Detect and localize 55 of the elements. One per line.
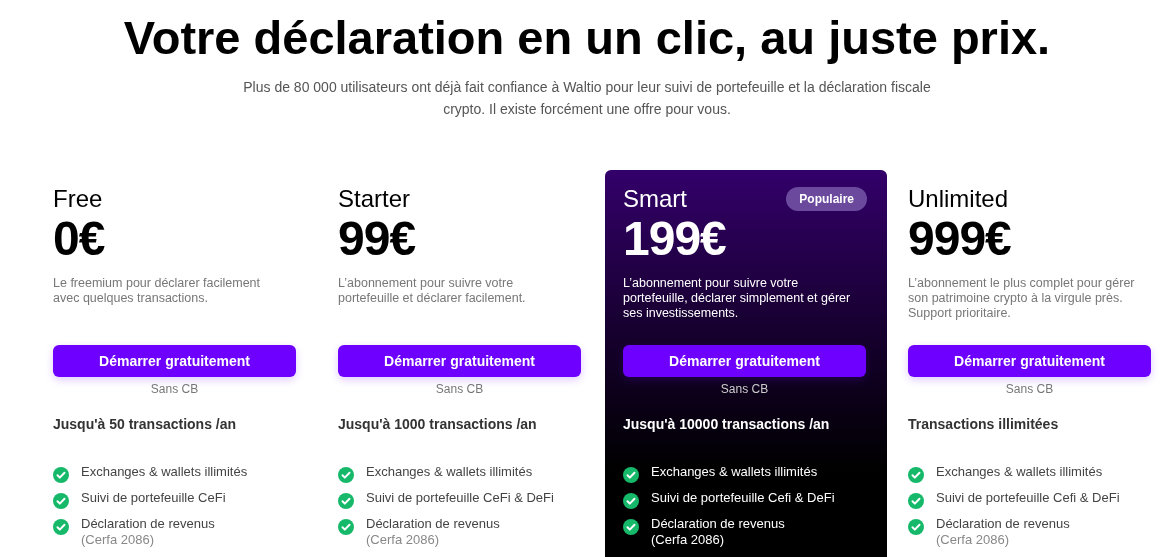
feature-text: Exchanges & wallets illimités: [936, 464, 1103, 480]
transaction-limit: Jusqu'à 10000 transactions /an: [623, 416, 831, 432]
button-note: Sans CB: [1004, 382, 1055, 396]
feature-text: Déclaration de revenus: [651, 516, 785, 532]
check-icon: [338, 467, 354, 483]
feature-text: Suivi de portefeuille Cefi & DeFi: [651, 490, 835, 506]
feature-text: Déclaration de revenus: [81, 516, 215, 532]
popular-badge: Populaire: [786, 187, 867, 211]
check-icon: [53, 467, 69, 483]
check-icon: [623, 493, 639, 509]
button-note: Sans CB: [149, 382, 200, 396]
check-icon: [338, 519, 354, 535]
feature-text: Déclaration de revenus: [366, 516, 500, 532]
plan-name: Starter: [338, 184, 411, 214]
start-button[interactable]: Démarrer gratuitement: [53, 345, 296, 377]
check-icon: [53, 519, 69, 535]
transaction-limit: Jusqu'à 1000 transactions /an: [338, 416, 538, 432]
feature-text: Suivi de portefeuille CeFi: [81, 490, 226, 506]
check-icon: [53, 493, 69, 509]
plan-name: Unlimited: [908, 184, 1009, 214]
feature-text: Exchanges & wallets illimités: [651, 464, 818, 480]
check-icon: [908, 519, 924, 535]
check-icon: [908, 467, 924, 483]
check-icon: [623, 467, 639, 483]
feature-text: Suivi de portefeuille CeFi & DeFi: [366, 490, 554, 506]
feature-text: Déclaration de revenus: [936, 516, 1070, 532]
feature-note: (Cerfa 2086): [651, 532, 725, 548]
feature-note: (Cerfa 2086): [366, 532, 440, 548]
page-heading: Votre déclaration en un clic, au juste prix.: [122, 10, 1052, 66]
intro-text: Plus de 80 000 utilisateurs ont déjà fait confiance à Waltio pour leur suivi de portefeuille et la déclaration fiscale crypto. Il existe forcément une offre pour vous.: [242, 78, 932, 119]
plan-description: L’abonnement le plus complet pour gérer son patrimoine crypto à la virgule près. Support prioritaire.: [908, 276, 1136, 322]
plan-description: L’abonnement pour suivre votre portefeuille, déclarer simplement et gérer ses investissements.: [623, 276, 852, 322]
check-icon: [338, 493, 354, 509]
start-button[interactable]: Démarrer gratuitement: [908, 345, 1151, 377]
plan-description: Le freemium pour déclarer facilement avec quelques transactions.: [53, 276, 262, 307]
feature-note: (Cerfa 2086): [81, 532, 155, 548]
plan-price: 999€: [908, 214, 1012, 264]
transaction-limit: Jusqu'à 50 transactions /an: [53, 416, 238, 432]
plan-price: 199€: [623, 214, 727, 264]
feature-text: Exchanges & wallets illimités: [81, 464, 248, 480]
plan-name: Smart: [623, 184, 687, 214]
plan-description: L’abonnement pour suivre votre portefeuille et déclarer facilement.: [338, 276, 527, 307]
button-note: Sans CB: [434, 382, 485, 396]
transaction-limit: Transactions illimitées: [908, 416, 1060, 432]
feature-text: Exchanges & wallets illimités: [366, 464, 533, 480]
check-icon: [908, 493, 924, 509]
plan-price: 99€: [338, 214, 417, 264]
start-button[interactable]: Démarrer gratuitement: [623, 345, 866, 377]
start-button[interactable]: Démarrer gratuitement: [338, 345, 581, 377]
feature-note: (Cerfa 2086): [936, 532, 1010, 548]
plan-name: Free: [53, 184, 103, 214]
button-note: Sans CB: [719, 382, 770, 396]
feature-text: Suivi de portefeuille Cefi & DeFi: [936, 490, 1120, 506]
check-icon: [623, 519, 639, 535]
plan-price: 0€: [53, 214, 106, 264]
